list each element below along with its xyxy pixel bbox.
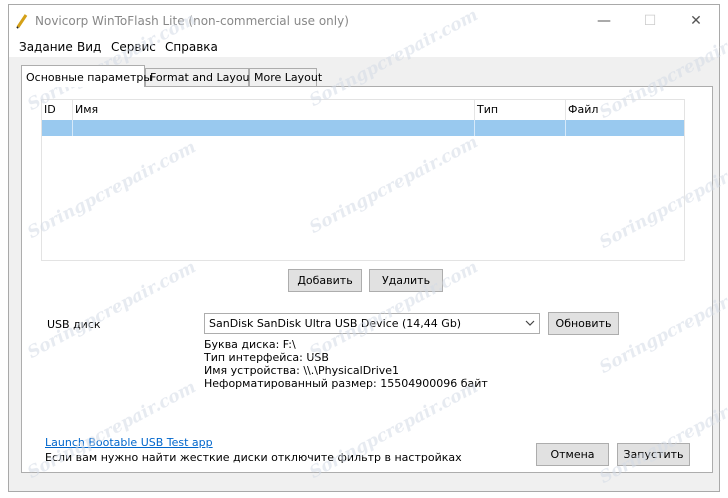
maximize-icon: ☐: [643, 13, 657, 29]
column-header-type[interactable]: Тип: [475, 100, 566, 120]
menu-help[interactable]: Справка: [165, 40, 218, 54]
menu-task[interactable]: Задание: [19, 40, 73, 54]
tab-more-layout[interactable]: More Layout: [249, 68, 322, 86]
maximize-button[interactable]: ☐: [627, 5, 673, 37]
chevron-down-icon: [525, 320, 535, 326]
menu-service[interactable]: Сервис: [111, 40, 156, 54]
close-button[interactable]: ✕: [673, 5, 719, 37]
minimize-icon: —: [597, 13, 611, 29]
hint-text: Если вам нужно найти жесткие диски отклю…: [45, 451, 462, 464]
start-button[interactable]: Запустить: [617, 443, 690, 466]
cancel-button[interactable]: Отмена: [536, 443, 609, 466]
remove-button[interactable]: Удалить: [369, 269, 443, 292]
task-list[interactable]: ID Имя Тип Файл: [41, 99, 685, 261]
app-window: Novicorp WinToFlash Lite (non-commercial…: [8, 4, 720, 492]
raw-size-info: Неформатированный размер: 15504900096 ба…: [204, 377, 488, 390]
usb-device-select[interactable]: SanDisk SanDisk Ultra USB Device (14,44 …: [204, 313, 540, 334]
selected-row[interactable]: [42, 120, 684, 136]
tab-format-layout[interactable]: Format and Layout: [145, 68, 254, 86]
close-icon: ✕: [690, 13, 702, 29]
drive-letter-info: Буква диска: F:\: [204, 338, 296, 351]
interface-type-info: Тип интерфейса: USB: [204, 351, 329, 364]
minimize-button[interactable]: —: [581, 5, 627, 37]
column-header-file[interactable]: Файл: [566, 100, 684, 120]
launch-usb-test-link[interactable]: Launch Bootable USB Test app: [45, 436, 213, 449]
menu-view[interactable]: Вид: [77, 40, 101, 54]
column-header-id[interactable]: ID: [42, 100, 73, 120]
pencil-icon: [16, 14, 28, 29]
usb-disk-label: USB диск: [47, 318, 101, 331]
title-bar[interactable]: Novicorp WinToFlash Lite (non-commercial…: [9, 5, 719, 37]
tab-main-parameters[interactable]: Основные параметры: [21, 65, 152, 87]
menu-bar: Задание Вид Сервис Справка: [9, 37, 719, 57]
window-title: Novicorp WinToFlash Lite (non-commercial…: [35, 14, 349, 28]
column-header-name[interactable]: Имя: [73, 100, 475, 120]
add-button[interactable]: Добавить: [288, 269, 362, 292]
tab-panel: ID Имя Тип Файл Добавить Удалить USB дис…: [21, 86, 713, 473]
device-name-info: Имя устройства: \\.\PhysicalDrive1: [204, 364, 400, 377]
usb-device-selected: SanDisk SanDisk Ultra USB Device (14,44 …: [209, 317, 462, 330]
refresh-button[interactable]: Обновить: [548, 312, 619, 335]
